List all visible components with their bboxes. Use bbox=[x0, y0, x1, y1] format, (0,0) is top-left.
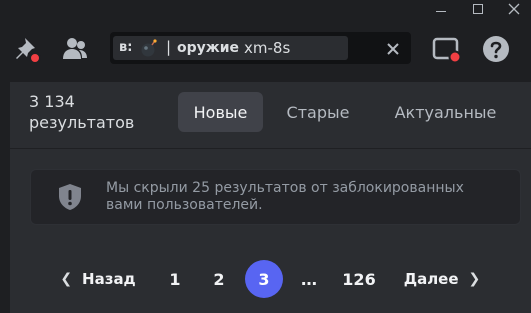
close-window-button[interactable] bbox=[497, 0, 531, 18]
left-edge bbox=[0, 82, 10, 313]
page-ellipsis: … bbox=[301, 269, 317, 289]
filter-prefix: в: bbox=[119, 40, 133, 55]
members-icon bbox=[63, 38, 87, 59]
maximize-button[interactable] bbox=[461, 0, 495, 18]
search-box[interactable]: в: | оружие xm-8s bbox=[110, 32, 411, 64]
next-page-button[interactable]: Далее ❯ bbox=[403, 260, 481, 298]
inbox-icon bbox=[432, 37, 462, 64]
page-button-1[interactable]: 1 bbox=[161, 260, 189, 298]
help-icon bbox=[483, 36, 509, 62]
page-button-2[interactable]: 2 bbox=[205, 260, 233, 298]
tab-newest[interactable]: Новые bbox=[178, 92, 263, 132]
clear-search-button[interactable] bbox=[386, 41, 400, 55]
search-query-text[interactable]: xm-8s bbox=[244, 39, 290, 57]
next-page-label: Далее bbox=[403, 270, 459, 288]
filter-value: оружие bbox=[177, 40, 240, 56]
search-toolbar: в: | оружие xm-8s bbox=[0, 18, 531, 82]
page-button-last[interactable]: 126 bbox=[338, 260, 380, 298]
pin-icon bbox=[16, 38, 41, 64]
previous-page-button[interactable]: ❮ Назад bbox=[60, 260, 136, 298]
shield-icon bbox=[59, 184, 81, 210]
results-count: 3 134 результатов bbox=[29, 91, 159, 133]
close-icon bbox=[508, 3, 520, 15]
chevron-left-icon: ❮ bbox=[60, 271, 73, 287]
previous-page-label: Назад bbox=[82, 270, 136, 288]
pagination: ❮ Назад 1 2 3 … 126 Далее ❯ bbox=[10, 260, 531, 298]
chevron-right-icon: ❯ bbox=[468, 271, 481, 287]
inbox-button[interactable] bbox=[431, 34, 462, 64]
blocked-results-notice: Мы скрыли 25 результатов от заблокирован… bbox=[30, 169, 521, 225]
tab-oldest[interactable]: Старые bbox=[271, 92, 365, 132]
search-filter-chip[interactable]: в: | оружие bbox=[113, 36, 348, 60]
member-list-button[interactable] bbox=[60, 34, 90, 64]
pinned-messages-button[interactable] bbox=[12, 34, 42, 64]
window-titlebar bbox=[0, 0, 531, 18]
bomb-icon bbox=[141, 39, 157, 57]
help-button[interactable] bbox=[481, 34, 511, 64]
notice-text: Мы скрыли 25 результатов от заблокирован… bbox=[106, 180, 464, 213]
results-content: Мы скрыли 25 результатов от заблокирован… bbox=[10, 149, 531, 313]
results-header: 3 134 результатов Новые Старые Актуальны… bbox=[10, 82, 531, 148]
results-count-label: результатов bbox=[29, 113, 135, 132]
maximize-icon bbox=[473, 4, 483, 14]
clear-icon bbox=[387, 43, 399, 55]
minimize-button[interactable] bbox=[424, 0, 458, 18]
minimize-icon bbox=[436, 10, 446, 12]
filter-separator: | bbox=[166, 38, 172, 56]
page-button-current[interactable]: 3 bbox=[245, 260, 283, 298]
tab-relevant[interactable]: Актуальные bbox=[377, 92, 514, 132]
results-count-number: 3 134 bbox=[29, 92, 75, 111]
